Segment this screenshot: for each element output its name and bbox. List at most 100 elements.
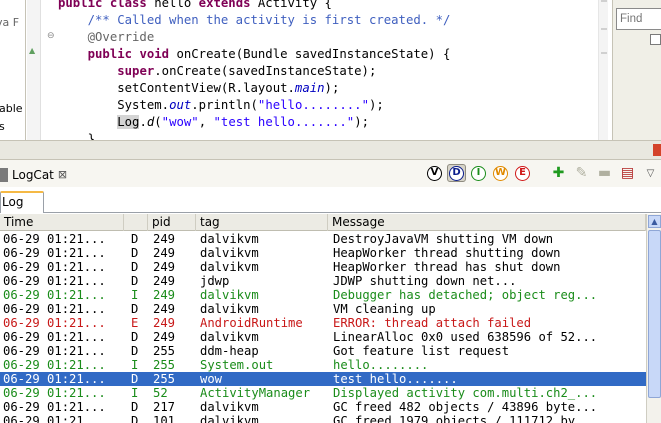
cell-tag: dalvikvm: [200, 302, 259, 316]
cell-message: Displayed activity com.multi.ch2_...: [333, 386, 598, 400]
table-row[interactable]: 06-29 01:21... D 249 dalvikvm LinearAlloc 0x…: [0, 330, 646, 344]
fold-toggle-icon[interactable]: ⊖: [47, 31, 55, 41]
log-level-filters: VDIWE: [425, 164, 532, 182]
table-row[interactable]: 06-29 01:21... D 249 dalvikvm HeapWorker thr…: [0, 260, 646, 274]
cell-tag: AndroidRuntime: [200, 316, 303, 330]
cell-message: Got feature list request: [333, 344, 510, 358]
table-row[interactable]: 06-29 01:21... I 52 ActivityManager Displaye…: [0, 386, 646, 400]
code-token: "hello........": [257, 98, 369, 112]
level-filter-e-button[interactable]: E: [513, 164, 532, 182]
cell-tag: dalvikvm: [200, 330, 259, 344]
table-row[interactable]: 06-29 01:21... D 249 jdwp JDWP shutting down…: [0, 274, 646, 288]
cell-tag: dalvikvm: [200, 400, 259, 414]
close-icon[interactable]: ⊠: [58, 168, 67, 181]
level-filter-i-button[interactable]: I: [469, 164, 488, 182]
cell-pid: 249: [153, 288, 176, 302]
table-row[interactable]: 06-29 01:21... D 249 dalvikvm DestroyJavaVM …: [0, 232, 646, 246]
code-line: }: [58, 131, 95, 140]
editor-gutter: [27, 0, 41, 140]
table-row[interactable]: 06-29 01:21... D 255 ddm-heap Got feature li…: [0, 344, 646, 358]
cell-level: E: [131, 316, 139, 330]
cell-time: 06-29 01:21...: [3, 372, 106, 386]
plus-icon[interactable]: ✚: [550, 164, 567, 182]
table-row[interactable]: 06-29 01:21... I 255 System.out hello.......…: [0, 358, 646, 372]
table-row[interactable]: 06-29 01:21... D 255 wow test hello.......: [0, 372, 646, 386]
code-token: .onCreate(savedInstanceState);: [154, 64, 377, 78]
code-text[interactable]: public class hello extends Activity { /*…: [58, 0, 598, 140]
level-filter-d-button[interactable]: D: [447, 164, 466, 182]
checkbox-icon[interactable]: [650, 34, 661, 45]
cell-tag: dalvikvm: [200, 414, 259, 423]
clear-log-icon[interactable]: ▤: [619, 164, 636, 182]
minimize-icon[interactable]: [653, 144, 661, 156]
cell-time: 06-29 01:21...: [3, 302, 106, 316]
code-token: .: [139, 115, 147, 129]
code-token: main: [294, 81, 325, 95]
tab-logcat[interactable]: LogCat ⊠: [0, 162, 71, 184]
code-token: (: [154, 115, 162, 129]
panel-separator[interactable]: [0, 140, 661, 160]
view-menu-icon[interactable]: ▽: [642, 164, 659, 182]
code-token: "test hello.......": [213, 115, 355, 129]
level-d-icon: D: [449, 165, 464, 181]
column-header-tag[interactable]: tag: [196, 214, 328, 231]
cell-message: HeapWorker thread shutting down: [333, 246, 561, 260]
level-filter-w-button[interactable]: W: [491, 164, 510, 182]
column-header-message[interactable]: Message: [328, 214, 646, 231]
log-table[interactable]: Time pid tag Message 06-29 01:21... D 249 d…: [0, 214, 661, 423]
cell-pid: 249: [153, 232, 176, 246]
cell-time: 06-29 01:21...: [3, 344, 106, 358]
code-editor[interactable]: va F able s ⊖ ▲ public class hello exten…: [0, 0, 661, 140]
column-header-time[interactable]: Time: [0, 214, 124, 231]
cell-tag: jdwp: [200, 274, 230, 288]
scroll-thumb[interactable]: [648, 230, 661, 398]
cell-pid: 255: [153, 358, 176, 372]
find-input[interactable]: [616, 8, 661, 30]
cell-pid: 249: [153, 330, 176, 344]
logcat-view-toolbar: LogCat ⊠ VDIWE ✚ ✎ ▬ ▤ ▽: [0, 160, 661, 187]
panel-text: va F: [0, 16, 20, 29]
table-row[interactable]: 06-29 01:21... D 101 dalvikvm GC freed 1979 …: [0, 414, 646, 423]
column-header-level[interactable]: [124, 214, 148, 231]
cell-pid: 249: [153, 316, 176, 330]
log-tab-strip: Log: [0, 187, 661, 213]
table-row[interactable]: 06-29 01:21... D 217 dalvikvm GC freed 482 o…: [0, 400, 646, 414]
cell-message: hello........: [333, 358, 429, 372]
column-header-pid[interactable]: pid: [148, 214, 196, 231]
cell-level: I: [131, 386, 139, 400]
cell-time: 06-29 01:21...: [3, 232, 106, 246]
cell-tag: dalvikvm: [200, 260, 259, 274]
table-row[interactable]: 06-29 01:21... D 249 dalvikvm VM cleaning up: [0, 302, 646, 316]
cell-level: D: [131, 414, 139, 423]
cell-time: 06-29 01:21...: [3, 386, 106, 400]
level-filter-v-button[interactable]: V: [425, 164, 444, 182]
cell-message: Debugger has detached; object reg...: [333, 288, 598, 302]
code-line: /** Called when the activity is first cr…: [58, 12, 451, 29]
code-token: /** Called when the activity is first cr…: [58, 13, 451, 27]
table-row[interactable]: 06-29 01:21... D 249 dalvikvm HeapWorker thr…: [0, 246, 646, 260]
cell-tag: wow: [200, 372, 223, 386]
log-scrollbar[interactable]: ▲: [646, 214, 661, 423]
minus-icon[interactable]: ▬: [596, 164, 613, 182]
code-token: "wow": [161, 115, 199, 129]
cell-level: D: [131, 260, 139, 274]
code-token: hello: [146, 0, 199, 10]
code-token: System.: [58, 98, 170, 112]
table-row[interactable]: 06-29 01:21... E 249 AndroidRuntime ERROR: t…: [0, 316, 646, 330]
cell-pid: 249: [153, 260, 176, 274]
code-token: public class: [58, 0, 147, 10]
table-row[interactable]: 06-29 01:21... I 249 dalvikvm Debugger has d…: [0, 288, 646, 302]
cell-message: GC freed 482 objects / 43896 byte...: [333, 400, 598, 414]
cell-time: 06-29 01:21...: [3, 316, 106, 330]
cell-level: D: [131, 302, 139, 316]
scroll-up-icon[interactable]: ▲: [648, 215, 661, 228]
code-line: super.onCreate(savedInstanceState);: [58, 63, 376, 80]
cell-tag: ddm-heap: [200, 344, 259, 358]
editor-scrollbar[interactable]: [598, 0, 608, 140]
table-header: Time pid tag Message: [0, 214, 646, 231]
code-token: setContentView(R.layout.: [58, 81, 295, 95]
cell-message: DestroyJavaVM shutting VM down: [333, 232, 554, 246]
edit-filter-icon[interactable]: ✎: [573, 164, 590, 182]
code-token: out: [169, 98, 192, 112]
tab-log[interactable]: Log: [0, 191, 44, 213]
